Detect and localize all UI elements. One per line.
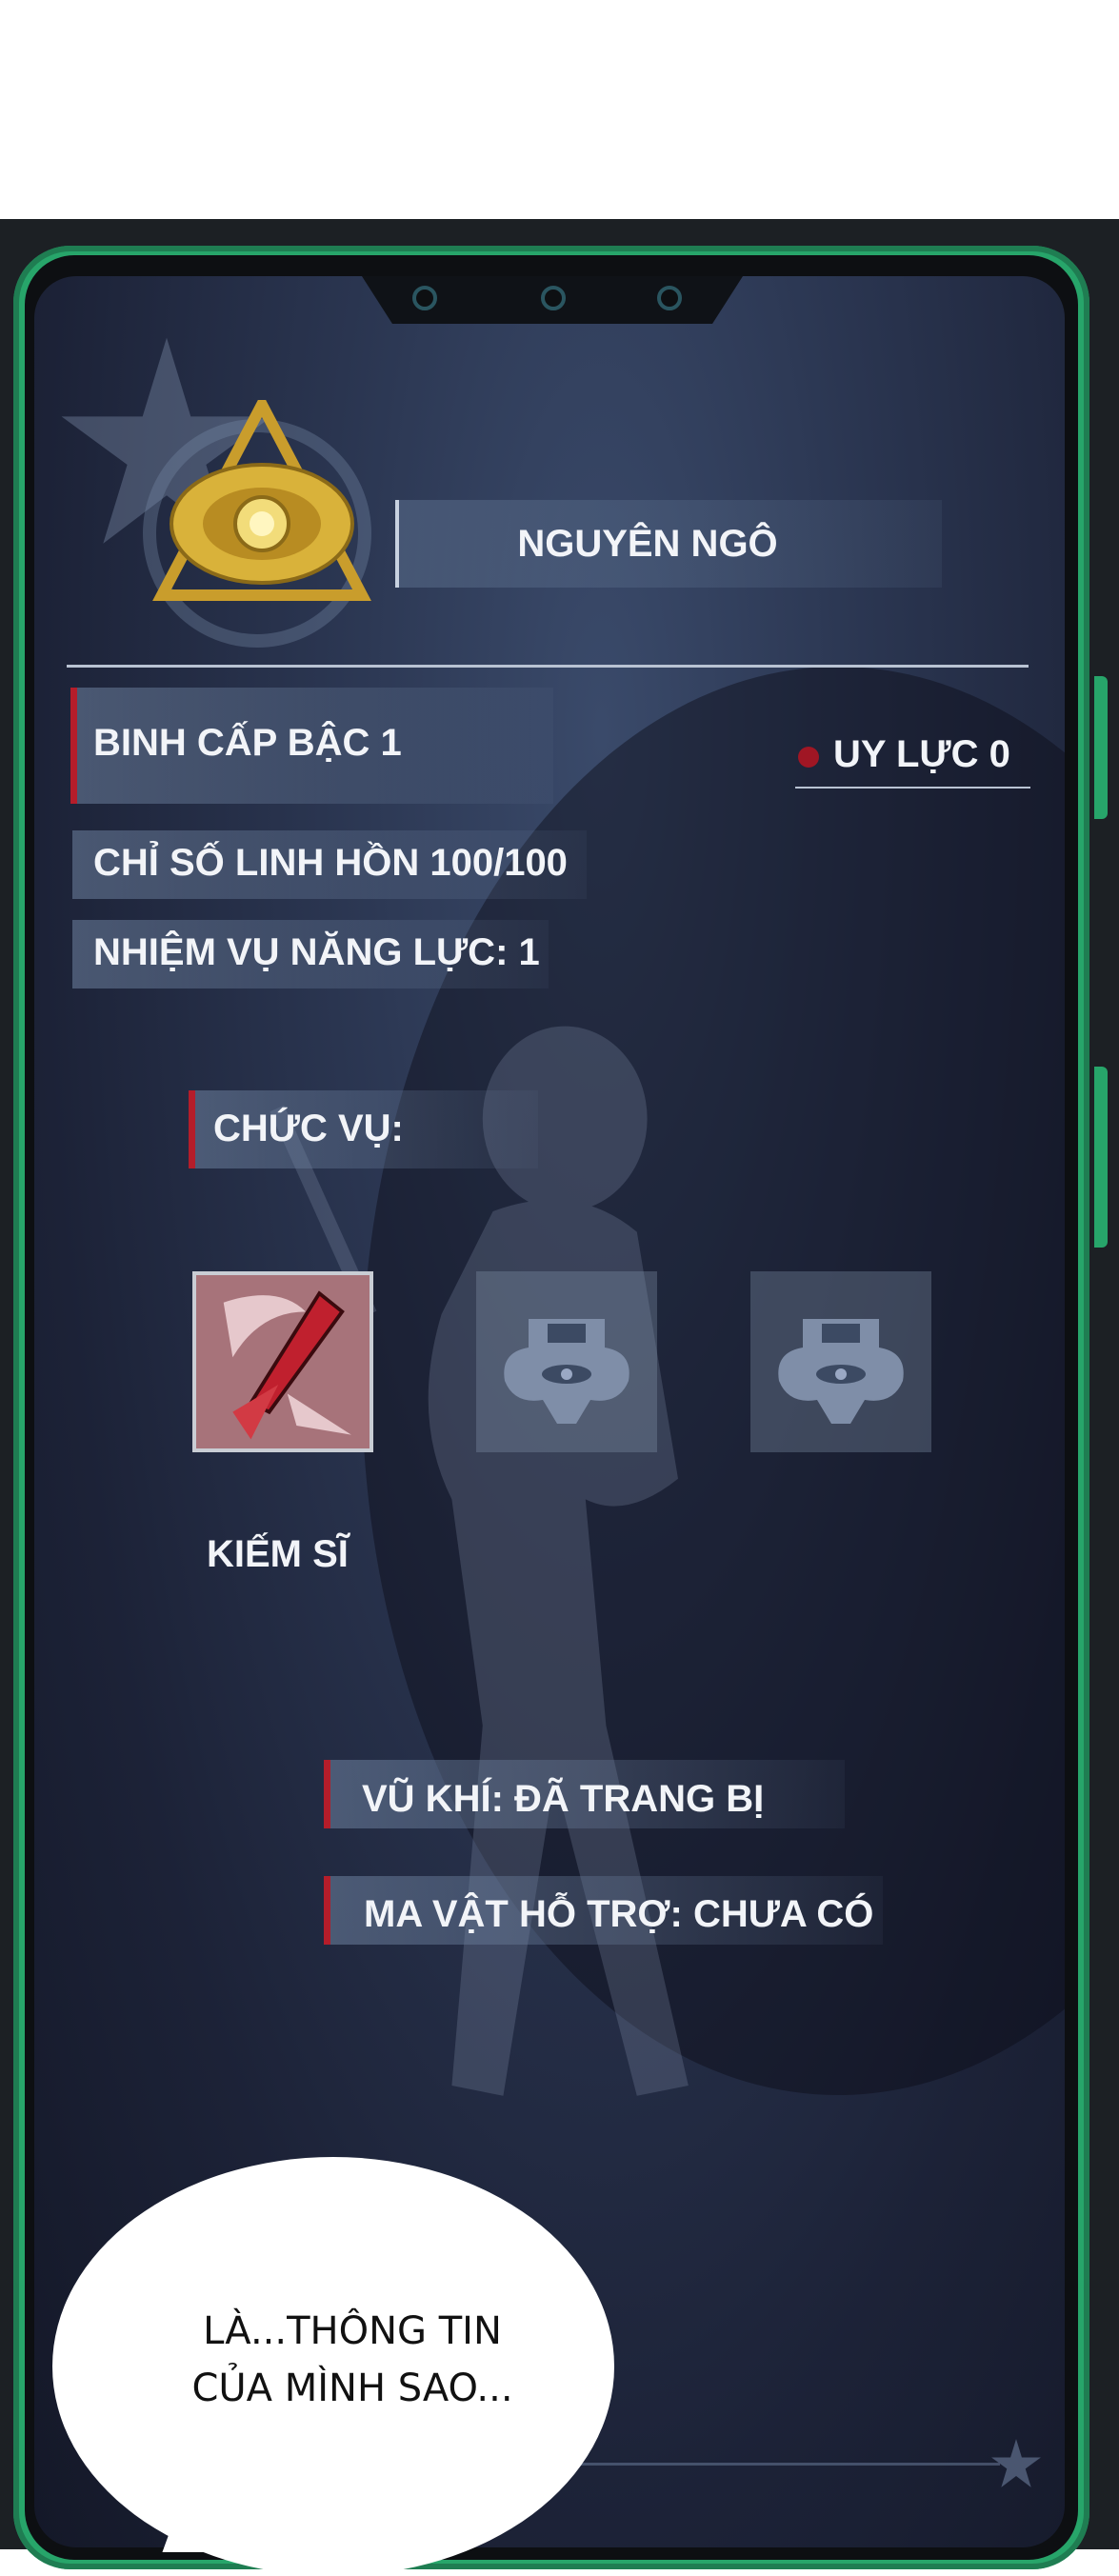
power-label: UY LỰC 0 <box>833 733 1010 775</box>
phone-side-button <box>1094 676 1108 819</box>
weapon-status: VŨ KHÍ: ĐÃ TRANG BỊ <box>362 1778 765 1820</box>
camera-icon <box>541 286 566 310</box>
job-slot-swordsman[interactable] <box>192 1271 373 1452</box>
speech-text: LÀ...THÔNG TIN CỦA MÌNH SAO... <box>114 2303 590 2417</box>
power-underline <box>795 787 1030 789</box>
camera-icon <box>657 286 682 310</box>
job-slot-locked[interactable] <box>476 1271 657 1452</box>
locked-helmet-icon <box>778 1319 904 1424</box>
phone-side-button <box>1094 1067 1108 1248</box>
soul-index-label: CHỈ SỐ LINH HỒN 100/100 <box>93 842 568 884</box>
header-divider <box>67 665 1029 668</box>
rank-emblem-icon <box>152 400 371 601</box>
speech-line: CỦA MÌNH SAO... <box>191 2366 513 2410</box>
bottom-line <box>552 2463 1000 2466</box>
camera-icon <box>412 286 437 310</box>
sword-slash-icon <box>196 1275 370 1448</box>
rank-label: BINH CẤP BẬC 1 <box>93 722 402 764</box>
player-name: NGUYÊN NGÔ <box>517 523 778 565</box>
job-slot-locked[interactable] <box>750 1271 931 1452</box>
job-name-label: KIẾM SĨ <box>207 1533 349 1575</box>
position-label: CHỨC VỤ: <box>213 1108 404 1149</box>
star-icon <box>991 2439 1041 2487</box>
ability-missions-label: NHIỆM VỤ NĂNG LỰC: 1 <box>93 931 540 973</box>
locked-helmet-icon <box>504 1319 629 1424</box>
speech-line: LÀ...THÔNG TIN <box>203 2309 502 2353</box>
support-status: MA VẬT HỖ TRỢ: CHƯA CÓ <box>364 1893 874 1935</box>
power-indicator <box>798 747 819 768</box>
